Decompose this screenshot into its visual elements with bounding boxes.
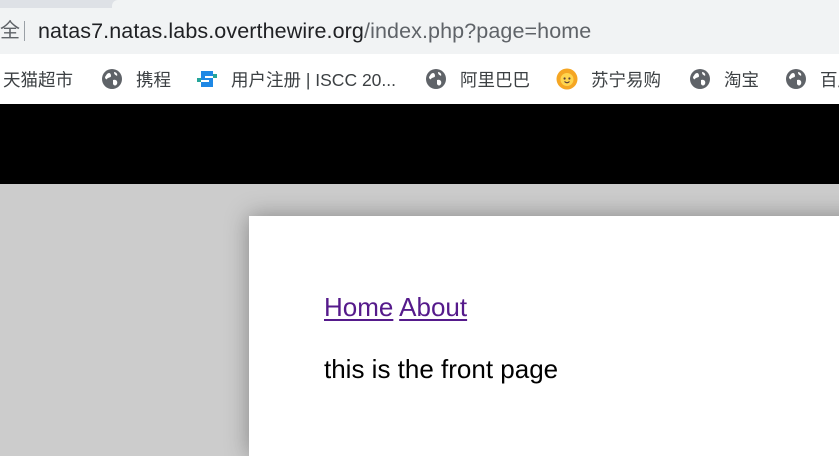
bookmark-label: 百度 xyxy=(820,69,839,90)
bookmark-label: 阿里巴巴 xyxy=(460,69,530,90)
bookmarks-bar: 天猫超市 携程 用户注册 | ISCC 20... 阿里巴巴 苏宁易购 淘宝 百 xyxy=(0,54,839,104)
url-text[interactable]: natas7.natas.labs.overthewire.org/index.… xyxy=(38,18,591,44)
bookmark-item[interactable]: 天猫超市 xyxy=(3,66,73,92)
bookmark-label: 用户注册 | ISCC 20... xyxy=(231,69,396,90)
bookmark-label: 苏宁易购 xyxy=(591,69,661,90)
bookmark-item[interactable]: 苏宁易购 xyxy=(556,66,661,92)
page-header-band xyxy=(0,104,839,184)
globe-icon xyxy=(690,69,710,89)
tab-strip xyxy=(0,0,839,8)
site-info-chip[interactable]: 全 xyxy=(0,19,20,43)
url-path: /index.php?page=home xyxy=(364,19,592,43)
bookmark-item[interactable]: 阿里巴巴 xyxy=(425,66,530,92)
page-nav: Home About xyxy=(324,290,467,324)
bookmark-label: 携程 xyxy=(136,69,171,90)
bookmark-item[interactable]: 百度 xyxy=(785,66,839,92)
address-bar[interactable]: 全 natas7.natas.labs.overthewire.org/inde… xyxy=(0,11,839,51)
bookmark-item[interactable]: 淘宝 xyxy=(689,66,759,92)
address-separator xyxy=(24,21,25,41)
globe-icon xyxy=(102,69,122,89)
iscc-logo-icon xyxy=(197,69,217,89)
suning-lion-icon xyxy=(556,68,578,90)
bookmark-label: 天猫超市 xyxy=(3,69,73,90)
content-card: Home About this is the front page xyxy=(249,216,839,456)
url-host: natas7.natas.labs.overthewire.org xyxy=(38,19,364,43)
about-link[interactable]: About xyxy=(399,292,467,322)
bookmark-item[interactable]: 携程 xyxy=(101,66,171,92)
globe-icon xyxy=(426,69,446,89)
bookmark-item[interactable]: 用户注册 | ISCC 20... xyxy=(196,66,396,92)
toolbar: 全 natas7.natas.labs.overthewire.org/inde… xyxy=(0,8,839,54)
home-link[interactable]: Home xyxy=(324,292,393,322)
page-body-text: this is the front page xyxy=(324,354,559,384)
globe-icon xyxy=(786,69,806,89)
bookmark-label: 淘宝 xyxy=(724,69,759,90)
